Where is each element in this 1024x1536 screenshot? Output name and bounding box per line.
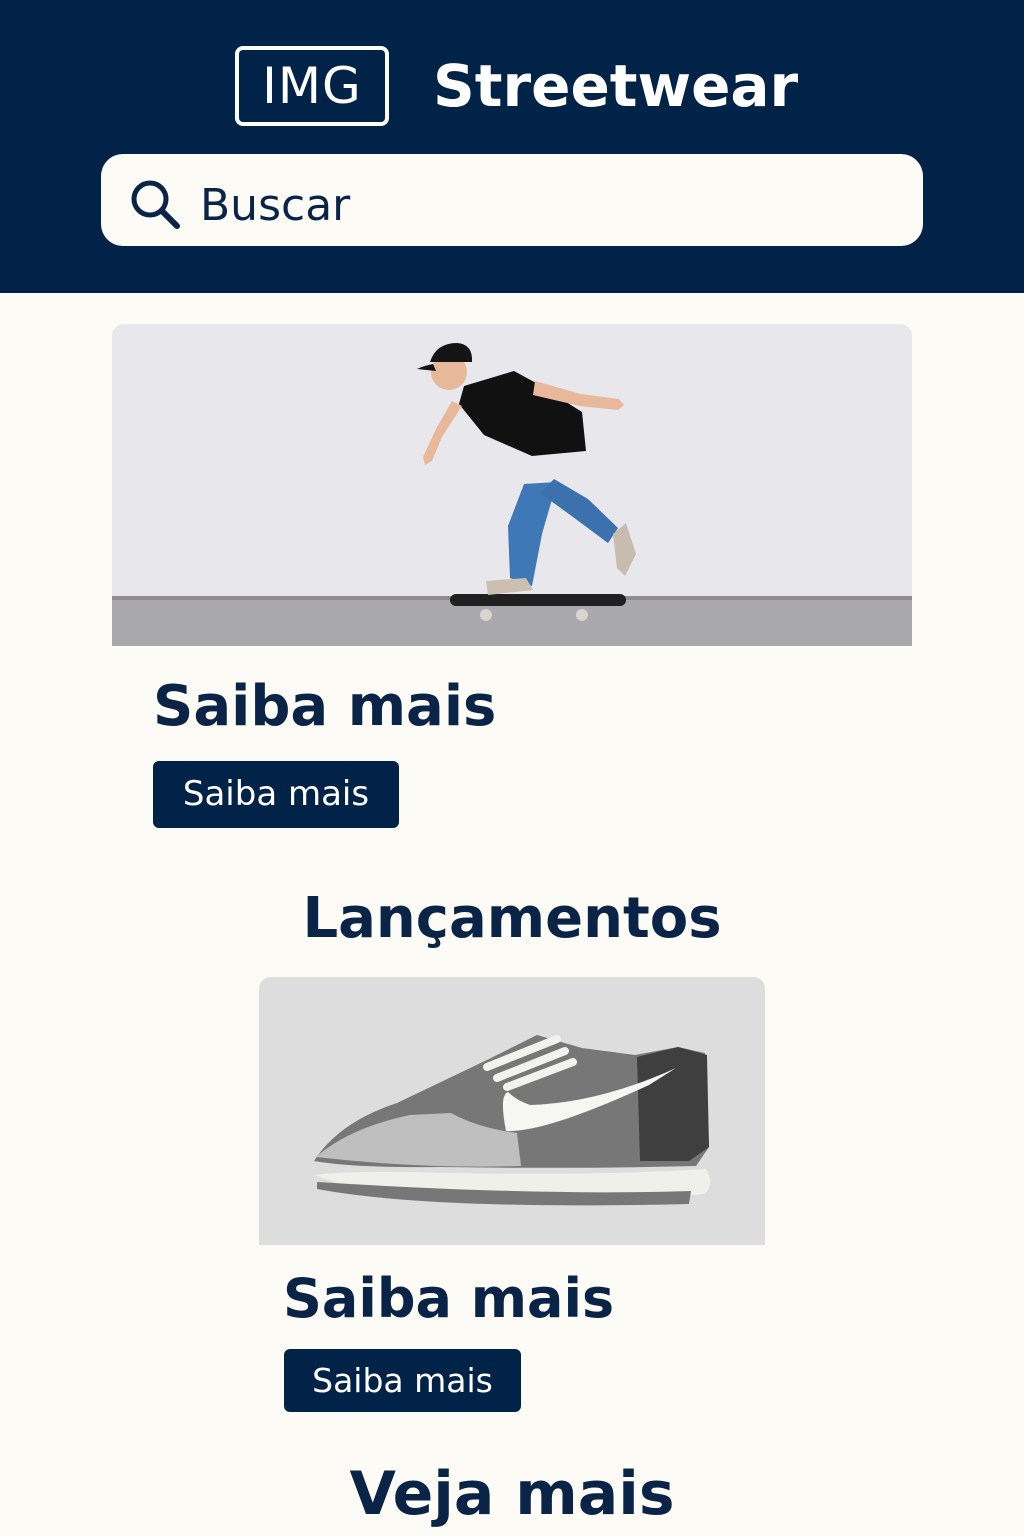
skateboarder-image [112,324,912,646]
hero-title: Saiba mais [153,674,497,739]
search-input[interactable]: Buscar [200,174,350,238]
top-header: IMG Streetwear Buscar [0,0,1024,293]
see-more-heading: Veja mais [349,1459,675,1529]
sneaker-image [259,977,765,1245]
search-icon[interactable] [127,176,183,232]
hero-banner-image[interactable] [112,324,912,646]
brand-title: Streetwear [433,52,799,120]
logo[interactable]: IMG [235,46,389,126]
product-card-image[interactable] [259,977,765,1245]
product-title: Saiba mais [283,1267,615,1330]
launches-heading: Lançamentos [302,886,722,951]
product-learn-more-button[interactable]: Saiba mais [284,1349,521,1412]
hero-learn-more-button[interactable]: Saiba mais [153,761,399,828]
